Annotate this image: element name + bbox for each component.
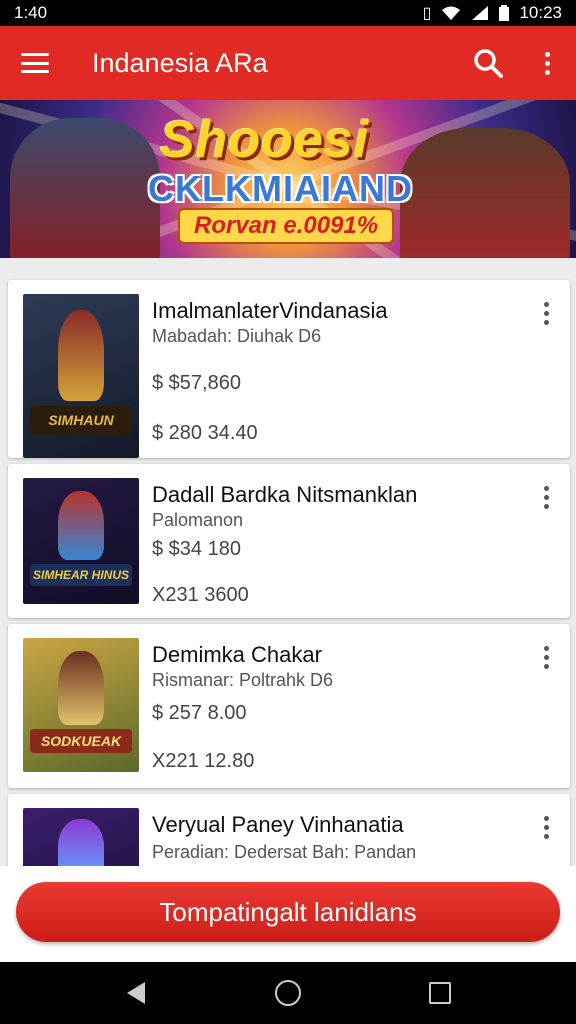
back-icon	[127, 982, 145, 1004]
item-more-button[interactable]	[534, 296, 558, 330]
more-vert-icon	[543, 645, 549, 669]
item-thumbnail: SODKUEAK	[23, 638, 139, 772]
search-button[interactable]	[458, 26, 518, 100]
menu-button[interactable]	[0, 26, 70, 100]
menu-icon	[21, 53, 49, 73]
item-price: $ $34 180	[152, 538, 241, 560]
recents-icon	[429, 982, 451, 1004]
more-vert-icon	[543, 485, 549, 509]
item-secondary-price: X221 12.80	[152, 750, 255, 772]
primary-action-button[interactable]: Tompatingalt lanidlans	[16, 882, 560, 942]
item-subtitle: Rismanar: Poltrahk D6	[152, 670, 334, 690]
status-bar: 1:40 ▯ 10:23	[0, 0, 576, 26]
item-thumbnail: SIMHAUN	[23, 294, 139, 458]
list-item[interactable]: SODKUEAK Demimka Chakar Rismanar: Poltra…	[8, 624, 570, 788]
overflow-menu-button[interactable]	[518, 26, 576, 100]
thumbnail-label: SIMHAUN	[29, 405, 133, 436]
status-time-left: 1:40	[14, 3, 48, 22]
nav-recents-button[interactable]	[410, 968, 470, 1018]
battery-icon	[499, 5, 510, 21]
item-title: ImalmanlaterVindanasia	[152, 298, 388, 323]
nav-back-button[interactable]	[106, 968, 166, 1018]
wifi-icon	[442, 6, 461, 20]
vibrate-icon: ▯	[422, 5, 432, 22]
banner-hero-left	[10, 118, 160, 258]
item-subtitle: Palomanon	[152, 510, 244, 530]
item-thumbnail: SIMHEAR HINUS	[23, 478, 139, 604]
nav-home-button[interactable]	[258, 968, 318, 1018]
item-title: Demimka Chakar	[152, 642, 322, 667]
bottom-action-area: Tompatingalt lanidlans	[0, 866, 576, 962]
item-price: $ 257 8.00	[152, 702, 247, 724]
list-item[interactable]: SIMHAUN ImalmanlaterVindanasia Mabadah: …	[8, 280, 570, 458]
app-title: Indanesia ARa	[92, 47, 268, 78]
item-more-button[interactable]	[534, 480, 558, 514]
more-vert-icon	[543, 301, 549, 325]
item-more-button[interactable]	[534, 640, 558, 674]
item-more-button[interactable]	[534, 810, 558, 844]
item-title: Dadall Bardka Nitsmanklan	[152, 482, 418, 507]
item-secondary-price: $ 280 34.40	[152, 422, 258, 444]
banner-promo: Rorvan e.0091%	[178, 208, 395, 244]
more-vert-icon	[544, 51, 550, 75]
banner-subtitle: CKLKMIAIAND	[148, 168, 413, 209]
item-subtitle: Mabadah: Diuhak D6	[152, 326, 322, 346]
system-nav-bar	[0, 962, 576, 1024]
item-title: Veryual Paney Vinhanatia	[152, 812, 404, 837]
promo-banner[interactable]: Shooesi CKLKMIAIAND Rorvan e.0091%	[0, 100, 576, 258]
banner-title: Shooesi	[160, 111, 370, 169]
app-bar: Indanesia ARa	[0, 26, 576, 100]
item-secondary-price: X231 3600	[152, 584, 249, 606]
more-vert-icon	[543, 815, 549, 839]
item-subtitle: Peradian: Dedersat Bah: Pandan	[152, 842, 417, 862]
status-time-right: 10:23	[519, 3, 562, 22]
signal-icon	[472, 6, 489, 20]
thumbnail-label: SODKUEAK	[29, 729, 133, 754]
item-price: $ $57,860	[152, 372, 241, 394]
home-icon	[275, 980, 301, 1006]
search-icon	[474, 49, 503, 78]
thumbnail-label: SIMHEAR HINUS	[29, 563, 133, 587]
list-item[interactable]: SIMHEAR HINUS Dadall Bardka Nitsmanklan …	[8, 464, 570, 618]
banner-hero-right	[400, 128, 570, 258]
status-icons: ▯ 10:23	[423, 3, 562, 23]
